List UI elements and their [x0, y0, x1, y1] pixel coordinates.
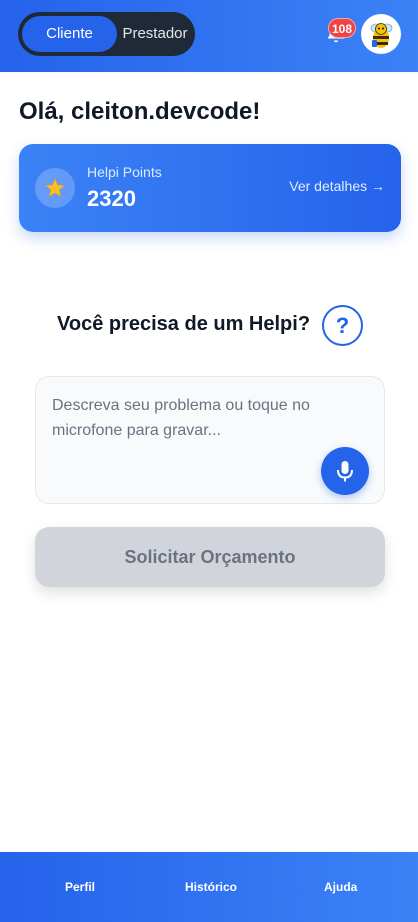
request-quote-button[interactable]: Solicitar Orçamento	[35, 527, 385, 587]
problem-input-container	[35, 376, 385, 504]
bottom-navigation: Perfil Histórico Ajuda	[0, 852, 418, 922]
question-help-button[interactable]: ?	[322, 305, 363, 346]
avatar[interactable]	[361, 14, 401, 54]
nav-item-perfil[interactable]: Perfil	[65, 880, 95, 894]
view-details-link[interactable]: Ver detalhes →	[289, 178, 385, 194]
points-value: 2320	[87, 186, 136, 211]
bee-mascot-icon	[370, 23, 393, 48]
helpi-points-card[interactable]: Helpi Points 2320 Ver detalhes →	[19, 144, 401, 232]
microphone-icon	[337, 461, 353, 482]
request-question: Você precisa de um Helpi?	[57, 313, 311, 335]
greeting-title: Olá, cleiton.devcode!	[19, 98, 261, 125]
points-label: Helpi Points	[87, 164, 162, 180]
app-header: Cliente Prestador 108	[0, 0, 418, 72]
problem-description-input[interactable]	[52, 393, 368, 453]
mode-toggle: Cliente Prestador	[18, 12, 195, 56]
toggle-prestador-button[interactable]: Prestador	[118, 16, 192, 52]
toggle-cliente-button[interactable]: Cliente	[22, 16, 117, 52]
notification-count-badge: 108	[328, 18, 357, 38]
star-badge	[35, 168, 75, 208]
nav-item-ajuda[interactable]: Ajuda	[324, 880, 357, 894]
microphone-button[interactable]	[321, 447, 369, 495]
star-icon	[45, 178, 65, 197]
nav-item-historico[interactable]: Histórico	[185, 880, 237, 894]
